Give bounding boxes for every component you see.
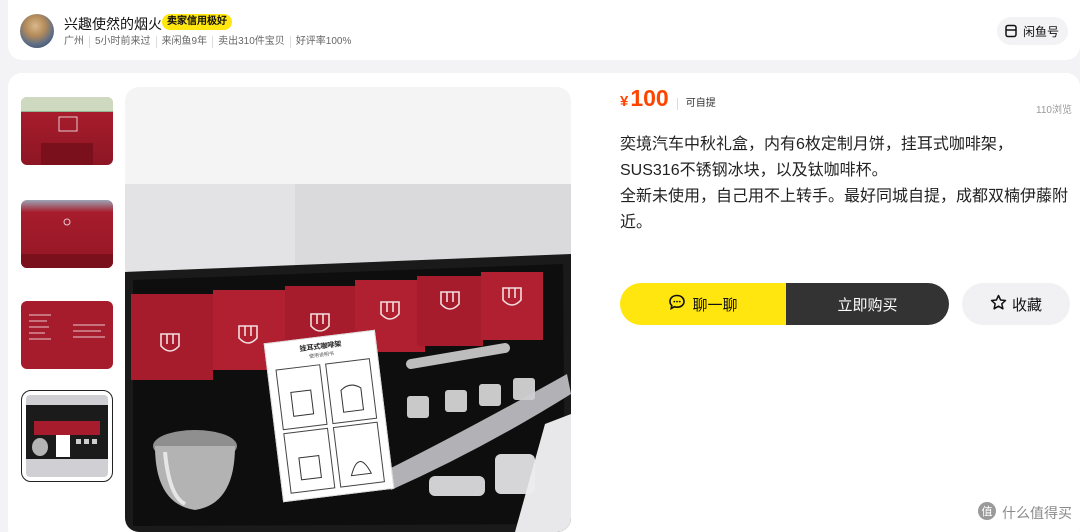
watermark: 值 什么值得买 <box>977 501 1072 524</box>
seller-rating: 好评率100% <box>289 36 357 48</box>
description-line-2: 全新未使用，自己用不上转手。最好同城自提，成都双楠伊藤附近。 <box>620 188 1069 231</box>
seller-last-seen: 5小时前来过 <box>89 36 156 48</box>
description-line-1: 奕境汽车中秋礼盒，内有6枚定制月饼，挂耳式咖啡架，SUS316不锈钢冰块，以及钛… <box>620 136 1013 179</box>
main-product-image[interactable]: 挂耳式咖啡架 使用说明书 <box>125 87 571 532</box>
thumbnail-4-selected[interactable] <box>21 390 113 482</box>
buy-now-label: 立即购买 <box>837 296 898 314</box>
svg-text:值: 值 <box>982 505 993 518</box>
seller-sold-count: 卖出310件宝贝 <box>212 36 290 48</box>
star-icon <box>990 294 1007 315</box>
seller-name[interactable]: 兴趣使然的烟火 <box>64 14 162 34</box>
seller-years: 来闲鱼9年 <box>155 36 213 48</box>
seller-location: 广州 <box>64 36 84 47</box>
smzdm-logo-icon: 值 <box>977 501 997 524</box>
thumbnail-1[interactable] <box>21 97 113 165</box>
action-bar: 聊一聊 立即购买 收藏 <box>620 283 1070 325</box>
view-count: 110浏览 <box>1036 105 1072 116</box>
pickup-tag: 可自提 <box>676 98 716 110</box>
gift-box-photo: 挂耳式咖啡架 使用说明书 <box>125 184 571 532</box>
product-details: ¥ 100 可自提 110浏览 奕境汽车中秋礼盒，内有6枚定制月饼，挂耳式咖啡架… <box>620 85 1072 236</box>
thumbnail-2[interactable] <box>21 200 113 268</box>
watermark-text: 什么值得买 <box>1002 504 1072 521</box>
product-description: 奕境汽车中秋礼盒，内有6枚定制月饼，挂耳式咖啡架，SUS316不锈钢冰块，以及钛… <box>620 132 1072 236</box>
price-currency: ¥ <box>620 93 629 110</box>
price-row: ¥ 100 可自提 <box>620 85 1072 112</box>
seller-avatar[interactable] <box>20 14 54 48</box>
favorite-label: 收藏 <box>1011 296 1042 314</box>
seller-credit-badge: 卖家信用极好 <box>162 14 232 30</box>
seller-stats: 广州 5小时前来过 来闲鱼9年 卖出310件宝贝 好评率100% <box>64 36 356 48</box>
card-icon <box>1004 24 1018 38</box>
favorite-button[interactable]: 收藏 <box>962 283 1070 325</box>
chat-button[interactable]: 聊一聊 <box>620 283 786 325</box>
instructions-card: 挂耳式咖啡架 使用说明书 <box>263 329 395 503</box>
product-card: 挂耳式咖啡架 使用说明书 ¥ 100 可自提 110浏览 奕境汽车中秋礼盒，内有… <box>8 73 1080 532</box>
chat-bubble-icon <box>668 293 686 315</box>
price-value: 100 <box>630 85 669 111</box>
xianyu-id-button[interactable]: 闲鱼号 <box>996 17 1068 45</box>
thumbnail-3[interactable] <box>21 301 113 369</box>
seller-header: 兴趣使然的烟火 卖家信用极好 广州 5小时前来过 来闲鱼9年 卖出310件宝贝 … <box>8 0 1080 60</box>
buy-now-button[interactable]: 立即购买 <box>786 283 949 325</box>
chat-button-label: 聊一聊 <box>692 296 738 314</box>
xianyu-id-label: 闲鱼号 <box>1022 24 1059 39</box>
